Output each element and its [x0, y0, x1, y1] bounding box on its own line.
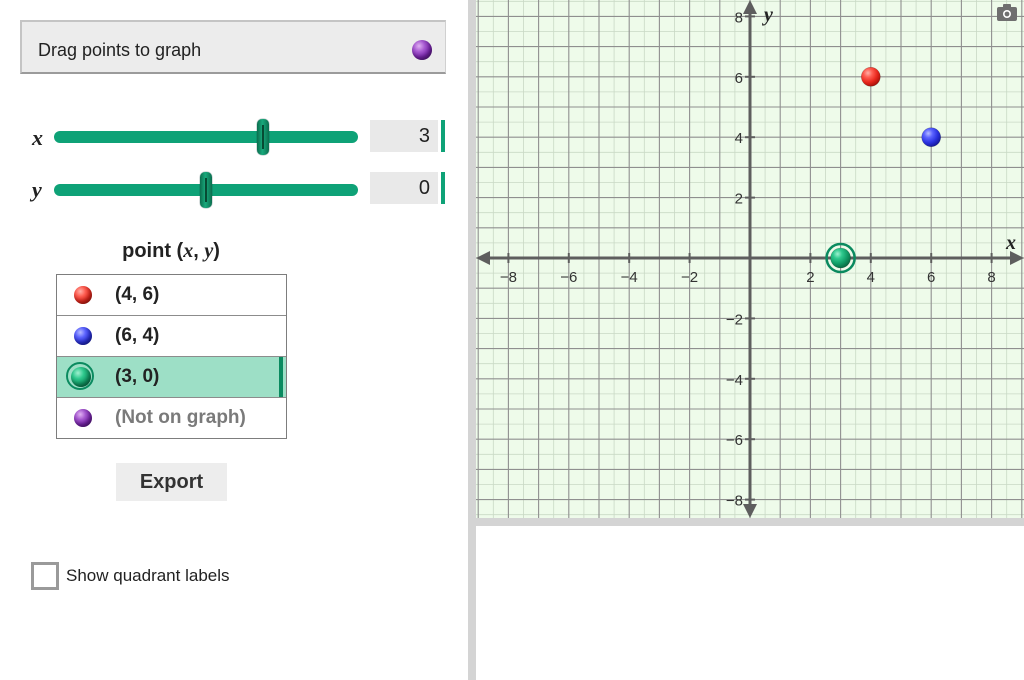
x-value-bar [441, 120, 445, 152]
point-row-label: (3, 0) [115, 366, 160, 387]
point-table: (4, 6) (6, 4) (3, 0) (Not on graph) [56, 274, 287, 439]
title-y: y [204, 240, 214, 262]
purple-point-icon [74, 409, 92, 427]
title-x: x [183, 240, 194, 262]
y-tick-label: 4 [735, 130, 743, 147]
green-point-icon [71, 367, 91, 387]
camera-icon[interactable] [996, 2, 1018, 22]
x-axis-label: x [1005, 232, 1016, 254]
x-tick-label: 2 [806, 269, 814, 286]
x-slider-label: x [32, 125, 43, 150]
drag-points-label: Drag points to graph [38, 40, 202, 60]
y-tick-label: −6 [726, 432, 743, 449]
point-row-label: (Not on graph) [115, 407, 246, 428]
y-tick-label: −4 [726, 372, 743, 389]
point-row-purple[interactable]: (Not on graph) [57, 398, 286, 438]
point-table-title: point (x, y) [56, 240, 286, 263]
x-value-field[interactable]: 3 [370, 120, 438, 152]
x-slider-thumb[interactable] [257, 119, 269, 155]
purple-point-icon[interactable] [412, 40, 432, 60]
left-panel: Drag points to graph x 3 y 0 point (x, y… [0, 0, 468, 680]
blue-point[interactable] [921, 127, 942, 147]
y-slider-thumb[interactable] [200, 172, 212, 208]
quadrant-labels-checkbox[interactable] [31, 562, 59, 590]
red-point-icon [74, 286, 92, 304]
x-tick-label: 6 [927, 269, 935, 286]
panel-divider[interactable] [468, 0, 476, 680]
red-point[interactable] [860, 67, 881, 87]
y-tick-label: 6 [735, 70, 743, 87]
y-axis-label: y [762, 4, 773, 26]
y-slider-label: y [32, 177, 42, 202]
drag-points-tool[interactable]: Drag points to graph [20, 20, 446, 74]
quadrant-labels-label: Show quadrant labels [66, 566, 230, 585]
coordinate-graph[interactable]: −8 −6 −4 −2 2 4 6 8 8 6 4 2 −2 −4 −6 −8 x y [476, 0, 1024, 518]
x-tick-label: 8 [987, 269, 995, 286]
x-tick-label: 4 [867, 269, 875, 286]
point-row-label: (6, 4) [115, 325, 160, 346]
title-suffix: ) [213, 240, 220, 262]
point-row-red[interactable]: (4, 6) [57, 275, 286, 316]
point-row-blue[interactable]: (6, 4) [57, 316, 286, 357]
x-slider[interactable] [54, 131, 358, 143]
y-value-field[interactable]: 0 [370, 172, 438, 204]
bottom-area [476, 518, 1024, 680]
x-tick-label: −6 [560, 269, 577, 286]
export-button[interactable]: Export [116, 463, 227, 501]
title-sep: , [193, 240, 205, 262]
y-tick-label: 2 [735, 191, 743, 208]
y-tick-label: 8 [735, 9, 743, 26]
x-tick-label: −4 [621, 269, 638, 286]
point-row-green[interactable]: (3, 0) [57, 357, 286, 398]
green-point[interactable] [830, 247, 851, 269]
x-tick-label: −8 [500, 269, 517, 286]
selection-bar [279, 357, 283, 397]
y-value-bar [441, 172, 445, 204]
point-row-label: (4, 6) [115, 284, 160, 305]
blue-point-icon [74, 327, 92, 345]
y-tick-label: −2 [726, 311, 743, 328]
x-tick-label: −2 [681, 269, 698, 286]
title-prefix: point ( [122, 240, 184, 262]
y-tick-label: −8 [726, 493, 743, 510]
